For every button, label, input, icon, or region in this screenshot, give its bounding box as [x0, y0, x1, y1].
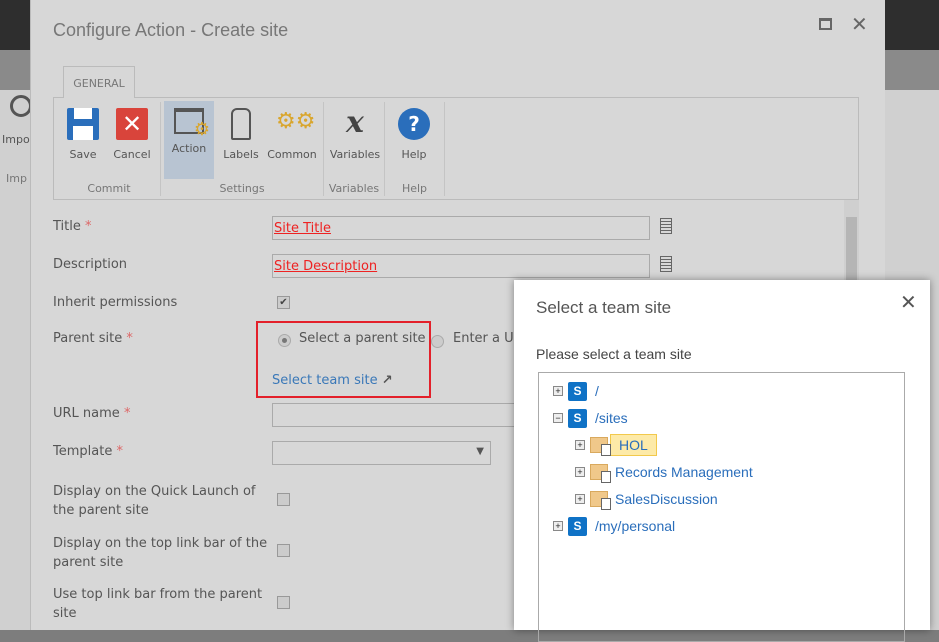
expand-icon: + — [575, 440, 585, 450]
select-team-site-popup: Select a team site ✕ Please select a tea… — [514, 280, 930, 642]
sharepoint-icon: S — [568, 516, 587, 536]
field-picker-icon[interactable] — [660, 218, 672, 234]
save-button[interactable]: Save — [58, 104, 108, 176]
top-link-bar-checkbox[interactable] — [277, 544, 290, 557]
app-background — [0, 90, 30, 630]
save-label: Save — [69, 148, 97, 161]
labels-button[interactable]: Labels — [216, 104, 266, 176]
inherit-permissions-label: Inherit permissions — [53, 295, 178, 310]
action-icon: ⚙ — [174, 108, 210, 140]
group-settings: Settings — [219, 182, 265, 195]
description-label: Description — [53, 257, 128, 272]
gears-icon: ⚙⚙ — [276, 109, 316, 134]
enter-url-radio[interactable] — [431, 335, 444, 348]
expand-icon: + — [575, 467, 585, 477]
variables-button[interactable]: x Variables — [329, 104, 381, 176]
template-select[interactable]: ▼ — [272, 441, 491, 465]
template-label: Template * — [53, 444, 123, 459]
enter-url-label: Enter a URL — [453, 331, 515, 346]
subsite-icon — [590, 491, 611, 510]
quick-launch-label: Display on the Quick Launch of the paren… — [53, 484, 256, 518]
highlight-box — [256, 321, 431, 398]
tree-node-root[interactable]: + S / — [553, 380, 599, 402]
common-label: Common — [267, 148, 317, 161]
help-icon: ? — [398, 108, 430, 140]
tree-node-my-personal[interactable]: + S/my/personal — [553, 515, 675, 537]
dialog-title: Configure Action - Create site — [53, 20, 289, 40]
quick-launch-checkbox[interactable] — [277, 493, 290, 506]
expand-icon: + — [553, 386, 563, 396]
cancel-label: Cancel — [113, 148, 151, 161]
expand-icon: + — [553, 521, 563, 531]
site-tree: + S / − S/sites + HOL + Records Management + S… — [538, 372, 905, 642]
sharepoint-icon: S — [568, 408, 587, 428]
variables-icon: x — [346, 105, 364, 140]
title-input[interactable]: Site Title — [272, 216, 650, 240]
labels-icon — [231, 108, 251, 140]
group-help: Help — [401, 182, 428, 195]
sharepoint-icon: S — [568, 381, 587, 401]
expand-icon: + — [575, 494, 585, 504]
field-picker-icon[interactable] — [660, 256, 672, 272]
common-button[interactable]: ⚙⚙ Common — [264, 104, 320, 176]
tree-node-salesdiscussion[interactable]: + SalesDiscussion — [575, 488, 718, 510]
close-icon[interactable]: ✕ — [851, 12, 868, 36]
action-button[interactable]: ⚙ Action — [164, 101, 214, 179]
help-label: Help — [401, 148, 427, 161]
variables-label: Variables — [329, 148, 381, 161]
use-top-link-bar-checkbox[interactable] — [277, 596, 290, 609]
inherit-permissions-checkbox[interactable]: ✔ — [277, 296, 290, 309]
help-button[interactable]: ? Help — [389, 104, 439, 176]
url-name-label: URL name * — [53, 406, 131, 421]
ribbon: Save ✕ Cancel ⚙ Action Labels ⚙⚙ Common x Va… — [53, 97, 859, 200]
import-button-label[interactable]: Impo — [2, 133, 30, 146]
action-label: Action — [171, 142, 207, 155]
group-variables: Variables — [328, 182, 380, 195]
tree-node-sites[interactable]: − S/sites — [553, 407, 628, 429]
description-input[interactable]: Site Description — [272, 254, 650, 278]
import-group-label: Imp — [6, 172, 27, 185]
maximize-icon[interactable] — [819, 18, 832, 30]
subsite-icon — [590, 464, 611, 483]
tab-general[interactable]: GENERAL — [63, 66, 135, 98]
parent-site-label: Parent site * — [53, 331, 133, 346]
cancel-button[interactable]: ✕ Cancel — [107, 104, 157, 176]
save-icon — [67, 108, 99, 140]
use-top-link-bar-label: Use top link bar from the parent site — [53, 587, 263, 621]
labels-label: Labels — [223, 148, 259, 161]
title-label: Title * — [53, 219, 92, 234]
group-commit: Commit — [87, 182, 131, 195]
import-icon — [10, 95, 32, 117]
popup-title: Select a team site — [536, 298, 672, 317]
cancel-icon: ✕ — [116, 108, 148, 140]
top-link-bar-label: Display on the top link bar of the paren… — [53, 536, 268, 570]
close-icon[interactable]: ✕ — [900, 290, 917, 314]
tree-node-records-management[interactable]: + Records Management — [575, 461, 753, 483]
url-name-input[interactable] — [272, 403, 522, 427]
collapse-icon: − — [553, 413, 563, 423]
subsite-icon — [590, 437, 611, 456]
tree-node-hol[interactable]: + HOL — [575, 434, 657, 456]
popup-subtitle: Please select a team site — [536, 346, 692, 362]
